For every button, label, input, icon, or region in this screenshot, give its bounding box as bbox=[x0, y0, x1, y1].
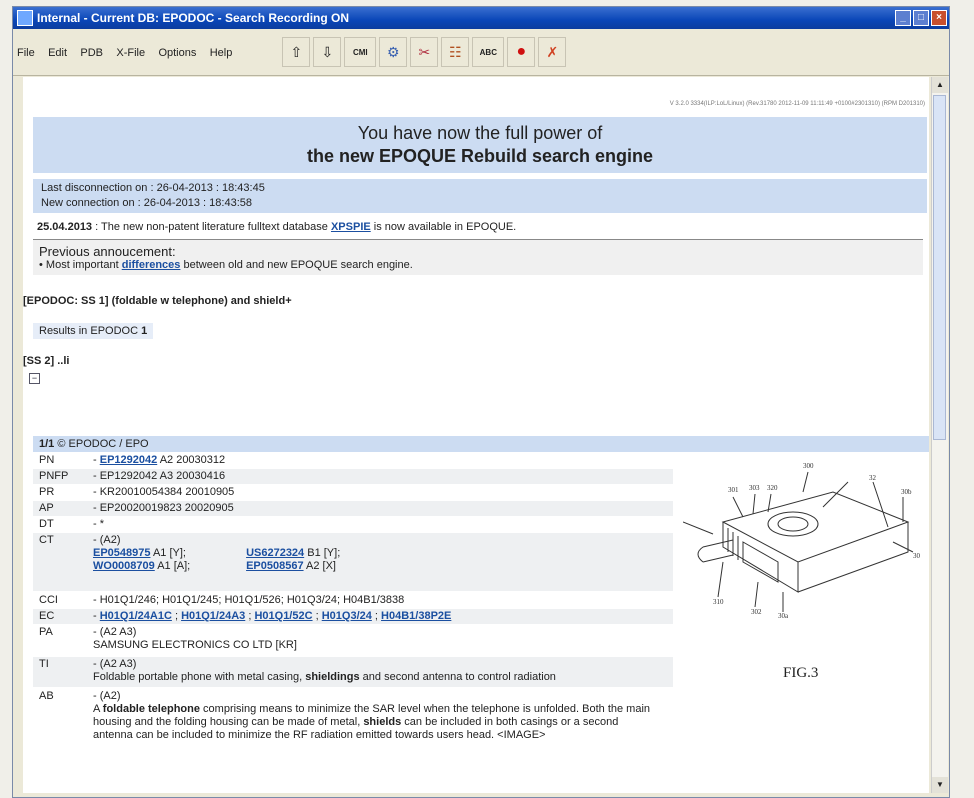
news-date: 25.04.2013 bbox=[37, 221, 93, 233]
search-query: [EPODOC: SS 1] (foldable w telephone) an… bbox=[23, 295, 292, 307]
pn-link[interactable]: EP1292042 bbox=[100, 454, 158, 466]
title-bar: Internal - Current DB: EPODOC - Search R… bbox=[13, 7, 949, 29]
menu-bar: File Edit PDB X-File Options Help ⇧ ⇩ CM… bbox=[13, 29, 949, 76]
field-cci: CCI - H01Q1/246; H01Q1/245; H01Q1/526; H… bbox=[39, 594, 405, 606]
ec-link-4[interactable]: H01Q3/24 bbox=[322, 610, 372, 622]
arrow-down-icon: ⇩ bbox=[321, 43, 334, 60]
field-pnfp: PNFP - EP1292042 A3 20030416 bbox=[33, 469, 673, 484]
maximize-button[interactable]: □ bbox=[913, 10, 929, 26]
version-string: V 3.2.0 3334(ILP:LoL/Linux) (Rev.31780 2… bbox=[669, 101, 925, 107]
scroll-down-icon[interactable]: ▼ bbox=[932, 777, 948, 793]
tools-button[interactable]: ✂ bbox=[410, 37, 439, 67]
app-window: Internal - Current DB: EPODOC - Search R… bbox=[12, 6, 950, 798]
menu-pdb[interactable]: PDB bbox=[80, 47, 103, 59]
citation-wo0008709[interactable]: WO0008709 bbox=[93, 560, 155, 572]
collapse-toggle[interactable]: − bbox=[29, 373, 40, 384]
record-icon: ● bbox=[516, 43, 527, 60]
stop-record-icon: ✗ bbox=[546, 43, 559, 60]
banner-line1: You have now the full power of bbox=[357, 123, 603, 143]
field-ec: EC - H01Q1/24A1C ; H01Q1/24A3 ; H01Q1/52… bbox=[33, 609, 673, 624]
minimize-button[interactable]: _ bbox=[895, 10, 911, 26]
magnifier-icon: ⚙ bbox=[387, 43, 400, 60]
ec-link-5[interactable]: H04B1/38P2E bbox=[381, 610, 451, 622]
menu-edit[interactable]: Edit bbox=[48, 47, 67, 59]
field-pr: PR - KR20010054384 20010905 bbox=[39, 486, 235, 498]
news-tail: is now available in EPOQUE. bbox=[373, 221, 517, 233]
field-pa: PA - (A2 A3) SAMSUNG ELECTRONICS CO LTD … bbox=[39, 626, 297, 651]
window-title: Internal - Current DB: EPODOC - Search R… bbox=[37, 11, 350, 25]
search-gear-button[interactable]: ⚙ bbox=[379, 37, 408, 67]
field-pn: PN - EP1292042 A2 20030312 bbox=[39, 454, 226, 466]
figure-caption: FIG.3 bbox=[783, 665, 819, 681]
results-summary: Results in EPODOC 1 bbox=[33, 323, 154, 339]
ec-link-2[interactable]: H01Q1/24A3 bbox=[181, 610, 245, 622]
scroll-thumb[interactable] bbox=[933, 95, 946, 440]
figure-label: 302 bbox=[751, 608, 762, 616]
xpspie-link[interactable]: XPSPIE bbox=[331, 221, 371, 233]
vertical-scrollbar[interactable]: ▲ ▼ bbox=[931, 77, 948, 793]
phone-drawing: 300 32 301 303 320 30b 30 310 302 30a bbox=[682, 462, 921, 620]
record-number: 1/1 bbox=[39, 438, 55, 450]
figure-label: 310 bbox=[713, 598, 724, 606]
menu-xfile[interactable]: X-File bbox=[116, 47, 145, 59]
figure-label: 30 bbox=[913, 552, 921, 560]
new-connection: New connection on : 26-04-2013 : 18:43:5… bbox=[41, 197, 252, 209]
close-button[interactable]: × bbox=[931, 10, 947, 26]
menu-options[interactable]: Options bbox=[158, 47, 196, 59]
citation-us6272324[interactable]: US6272324 bbox=[246, 547, 304, 559]
copyright-icon: © bbox=[57, 438, 69, 450]
ec-link-3[interactable]: H01Q1/52C bbox=[254, 610, 312, 622]
figure-label: 32 bbox=[869, 474, 877, 482]
field-ap: AP - EP20020019823 20020905 bbox=[33, 501, 673, 516]
field-dt: DT - * bbox=[39, 518, 104, 530]
field-ti: TI - (A2 A3) Foldable portable phone wit… bbox=[33, 657, 673, 687]
record-source: EPODOC / EPO bbox=[68, 438, 149, 450]
results-label: Results in EPODOC bbox=[39, 325, 139, 337]
field-ab: AB - (A2) A foldable telephone comprisin… bbox=[39, 690, 651, 741]
banner-line2: the new EPOQUE Rebuild search engine bbox=[306, 146, 654, 166]
record-header: 1/1 © EPODOC / EPO bbox=[33, 436, 929, 452]
results-count: 1 bbox=[141, 325, 148, 337]
record-button[interactable]: ● bbox=[507, 37, 536, 67]
citation-ep0548975[interactable]: EP0548975 bbox=[93, 547, 151, 559]
last-disconnection: Last disconnection on : 26-04-2013 : 18:… bbox=[41, 182, 265, 194]
differences-link[interactable]: differences bbox=[122, 259, 181, 271]
news-text: : The new non-patent literature fulltext… bbox=[95, 221, 328, 233]
welcome-banner: You have now the full power of the new E… bbox=[33, 117, 927, 173]
connection-info: Last disconnection on : 26-04-2013 : 18:… bbox=[33, 179, 927, 213]
menu-help[interactable]: Help bbox=[210, 47, 233, 59]
tools-icon: ✂ bbox=[418, 43, 431, 60]
ec-link-1[interactable]: H01Q1/24A1C bbox=[100, 610, 172, 622]
abc-button[interactable]: ABC bbox=[472, 37, 505, 67]
arrow-down-button[interactable]: ⇩ bbox=[313, 37, 342, 67]
prev-body: • Most important differences between old… bbox=[39, 259, 413, 271]
toolbar: ⇧ ⇩ CMI ⚙ ✂ ☷ ABC ● ✗ bbox=[282, 37, 567, 67]
menu: File Edit PDB X-File Options Help bbox=[17, 45, 242, 59]
scroll-up-icon[interactable]: ▲ bbox=[932, 77, 948, 93]
prev-heading: Previous annoucement: bbox=[39, 244, 176, 259]
content-pane: V 3.2.0 3334(ILP:LoL/Linux) (Rev.31780 2… bbox=[23, 77, 929, 793]
arrow-up-icon: ⇧ bbox=[290, 43, 303, 60]
figure-label: 303 bbox=[749, 484, 760, 492]
cmi-button[interactable]: CMI bbox=[344, 37, 377, 67]
arrow-up-button[interactable]: ⇧ bbox=[282, 37, 311, 67]
previous-announcement: Previous annoucement: • Most important d… bbox=[33, 239, 923, 275]
figure-label: 320 bbox=[767, 484, 778, 492]
menu-file[interactable]: File bbox=[17, 47, 35, 59]
patent-figure: 300 32 301 303 320 30b 30 310 302 30a bbox=[682, 452, 929, 682]
figure-label: 30a bbox=[778, 612, 789, 620]
citation-ep0508567[interactable]: EP0508567 bbox=[246, 560, 304, 572]
figure-label: 300 bbox=[803, 462, 814, 470]
figure-label: 30b bbox=[901, 488, 912, 496]
translate-icon: ☷ bbox=[449, 43, 462, 60]
ss2-line: [SS 2] ..li bbox=[23, 355, 70, 367]
figure-label: 301 bbox=[728, 486, 739, 494]
field-ct: CT - (A2) EP0548975 A1 [Y]; US6272324 B1… bbox=[33, 533, 673, 591]
translate-button[interactable]: ☷ bbox=[441, 37, 470, 67]
app-icon bbox=[17, 10, 33, 26]
news-line: 25.04.2013 : The new non-patent literatu… bbox=[33, 219, 927, 235]
stop-recording-button[interactable]: ✗ bbox=[538, 37, 567, 67]
